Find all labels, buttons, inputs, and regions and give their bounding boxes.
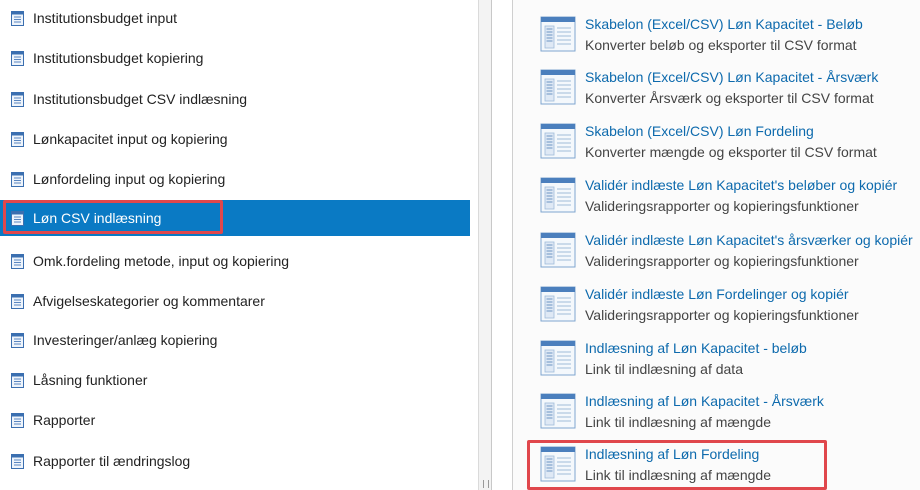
- left-navigation: Institutionsbudget input Institutionsbud…: [0, 0, 470, 490]
- tile-description: Konverter Årsværk og eksporter til CSV f…: [585, 90, 874, 106]
- tile-description: Konverter beløb og eksporter til CSV for…: [585, 37, 857, 53]
- tile-description: Valideringsrapporter og kopieringsfunkti…: [585, 307, 859, 323]
- tile-valider-kapacitet-arsvaerker[interactable]: Validér indlæste Løn Kapacitet's årsværk…: [513, 224, 920, 278]
- tile-title[interactable]: Validér indlæste Løn Fordelinger og kopi…: [585, 286, 849, 302]
- tile-title[interactable]: Indlæsning af Løn Kapacitet - Årsværk: [585, 393, 824, 409]
- tile-description: Konverter mængde og eksporter til CSV fo…: [585, 144, 877, 160]
- document-icon: [11, 171, 24, 187]
- report-template-icon: [540, 177, 576, 213]
- document-icon: [11, 372, 24, 388]
- document-icon: [11, 210, 24, 226]
- document-icon: [11, 453, 24, 469]
- report-template-icon: [540, 69, 576, 105]
- report-template-icon: [540, 393, 576, 429]
- nav-item-investeringer[interactable]: Investeringer/anlæg kopiering: [0, 322, 470, 358]
- document-icon: [11, 10, 24, 26]
- nav-item-institutionsbudget-csv[interactable]: Institutionsbudget CSV indlæsning: [0, 81, 470, 117]
- report-template-icon: [540, 286, 576, 322]
- tile-title[interactable]: Skabelon (Excel/CSV) Løn Fordeling: [585, 123, 814, 139]
- nav-item-label: Afvigelseskategorier og kommentarer: [33, 293, 265, 309]
- splitter-grip-icon[interactable]: [483, 480, 489, 488]
- document-icon: [11, 253, 24, 269]
- nav-item-label: Rapporter til ændringslog: [33, 453, 191, 469]
- tile-skabelon-fordeling[interactable]: Skabelon (Excel/CSV) Løn Fordeling Konve…: [513, 115, 920, 169]
- nav-item-lonfordeling[interactable]: Lønfordeling input og kopiering: [0, 161, 470, 197]
- nav-item-label: Rapporter: [33, 412, 96, 428]
- nav-item-lasning-funktioner[interactable]: Låsning funktioner: [0, 362, 470, 398]
- tile-skabelon-kapacitet-arsvaerk[interactable]: Skabelon (Excel/CSV) Løn Kapacitet - Års…: [513, 61, 920, 115]
- nav-item-label: Investeringer/anlæg kopiering: [33, 332, 218, 348]
- tile-description: Valideringsrapporter og kopieringsfunkti…: [585, 253, 859, 269]
- report-template-icon: [540, 123, 576, 159]
- tile-description: Link til indlæsning af data: [585, 361, 743, 377]
- nav-item-label: Institutionsbudget input: [33, 10, 177, 26]
- tile-indlaesning-kapacitet-belob[interactable]: Indlæsning af Løn Kapacitet - beløb Link…: [513, 332, 920, 386]
- tile-title[interactable]: Indlæsning af Løn Kapacitet - beløb: [585, 340, 807, 356]
- tile-title[interactable]: Skabelon (Excel/CSV) Løn Kapacitet - Års…: [585, 69, 878, 85]
- nav-item-label: Lønkapacitet input og kopiering: [33, 131, 228, 147]
- nav-item-label: Omk.fordeling metode, input og kopiering: [33, 253, 290, 269]
- document-icon: [11, 412, 24, 428]
- nav-item-institutionsbudget-kopiering[interactable]: Institutionsbudget kopiering: [0, 40, 470, 76]
- document-icon: [11, 293, 24, 309]
- tile-title[interactable]: Skabelon (Excel/CSV) Løn Kapacitet - Bel…: [585, 16, 863, 32]
- tile-title[interactable]: Validér indlæste Løn Kapacitet's årsværk…: [585, 232, 913, 248]
- nav-item-label: Låsning funktioner: [33, 372, 148, 388]
- nav-item-rapporter[interactable]: Rapporter: [0, 402, 470, 438]
- tile-skabelon-kapacitet-belob[interactable]: Skabelon (Excel/CSV) Løn Kapacitet - Bel…: [513, 8, 920, 62]
- document-icon: [11, 332, 24, 348]
- tile-title[interactable]: Indlæsning af Løn Fordeling: [585, 446, 759, 462]
- pane-splitter[interactable]: [478, 0, 492, 490]
- nav-item-label: Lønfordeling input og kopiering: [33, 171, 226, 187]
- document-icon: [11, 91, 24, 107]
- tile-description: Link til indlæsning af mængde: [585, 414, 771, 430]
- report-template-icon: [540, 340, 576, 376]
- nav-item-omk-fordeling[interactable]: Omk.fordeling metode, input og kopiering: [0, 243, 470, 279]
- tile-valider-kapacitet-belober[interactable]: Validér indlæste Løn Kapacitet's beløber…: [513, 169, 920, 223]
- report-template-icon: [540, 16, 576, 52]
- tile-indlaesning-kapacitet-arsvaerk[interactable]: Indlæsning af Løn Kapacitet - Årsværk Li…: [513, 385, 920, 439]
- tile-valider-fordelinger[interactable]: Validér indlæste Løn Fordelinger og kopi…: [513, 278, 920, 332]
- tile-description: Link til indlæsning af mængde: [585, 467, 771, 483]
- nav-item-rapporter-aendringslog[interactable]: Rapporter til ændringslog: [0, 443, 470, 479]
- nav-item-institutionsbudget-input[interactable]: Institutionsbudget input: [0, 0, 470, 36]
- tile-description: Valideringsrapporter og kopieringsfunkti…: [585, 198, 859, 214]
- nav-item-afvigelseskategorier[interactable]: Afvigelseskategorier og kommentarer: [0, 283, 470, 319]
- function-tiles-panel: Skabelon (Excel/CSV) Løn Kapacitet - Bel…: [512, 0, 920, 490]
- nav-item-lonkapacitet[interactable]: Lønkapacitet input og kopiering: [0, 121, 470, 157]
- report-template-icon: [540, 446, 576, 482]
- nav-item-label: Institutionsbudget kopiering: [33, 50, 204, 66]
- report-template-icon: [540, 232, 576, 268]
- tile-title[interactable]: Validér indlæste Løn Kapacitet's beløber…: [585, 177, 897, 193]
- tile-indlaesning-fordeling[interactable]: Indlæsning af Løn Fordeling Link til ind…: [513, 438, 920, 490]
- nav-item-lon-csv-indlaesning[interactable]: Løn CSV indlæsning: [0, 200, 470, 236]
- nav-item-label: Løn CSV indlæsning: [33, 210, 162, 226]
- document-icon: [11, 131, 24, 147]
- nav-item-label: Institutionsbudget CSV indlæsning: [33, 91, 248, 107]
- document-icon: [11, 50, 24, 66]
